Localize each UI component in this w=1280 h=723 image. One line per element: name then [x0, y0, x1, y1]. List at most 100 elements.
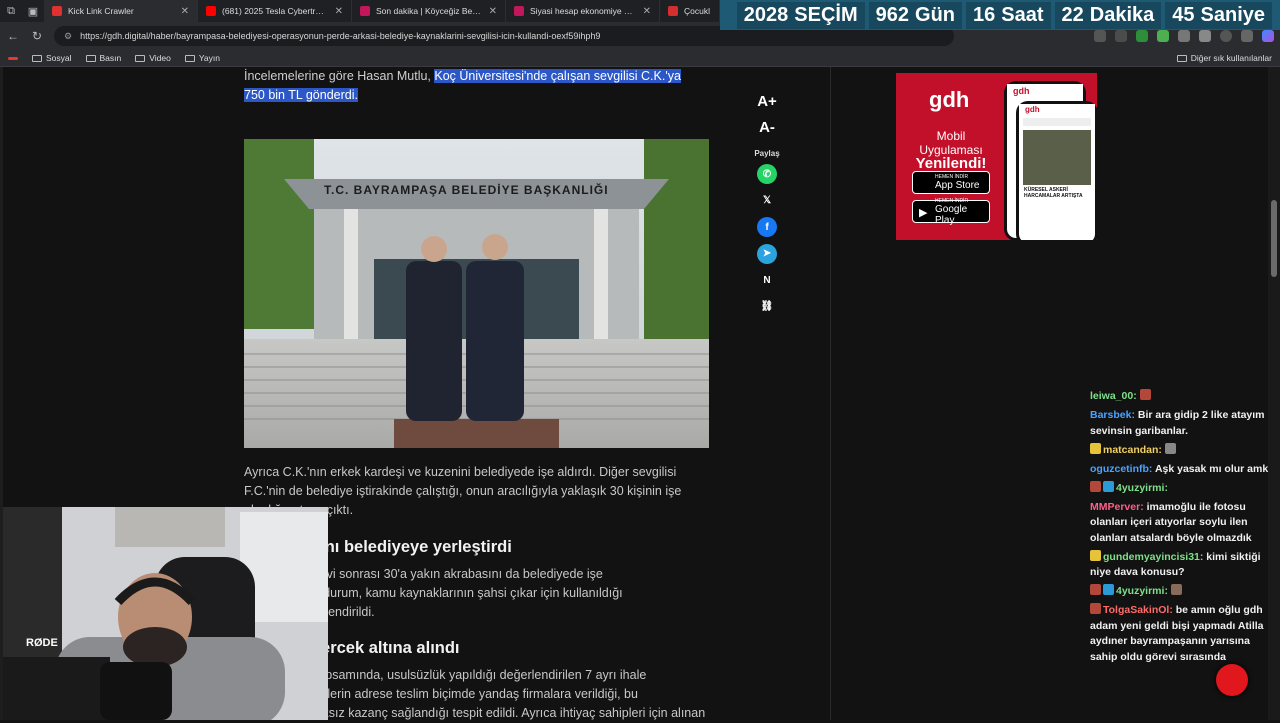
countdown-year: 2028 [743, 3, 789, 26]
browser-tab[interactable]: Siyasi hesap ekonomiye uymuyo ✕ [506, 0, 660, 22]
site-info-icon[interactable]: ⚙ [64, 31, 72, 42]
bookmark-label: Yayın [198, 53, 220, 63]
profile-avatar[interactable] [1220, 30, 1232, 42]
other-bookmarks[interactable]: Diğer sık kullanılanlar [1176, 53, 1272, 63]
bookmark-folder[interactable]: Sosyal [32, 53, 72, 63]
chat-username[interactable]: oguzcetinfb: [1090, 463, 1152, 475]
chat-username[interactable]: matcandan: [1103, 444, 1162, 456]
countdown-days: 962 Gün [868, 1, 963, 29]
page-left-edge [0, 67, 3, 720]
tab-favicon-icon [514, 6, 524, 16]
reload-icon[interactable]: ↻ [30, 29, 44, 43]
chat-username[interactable]: leiwa_00: [1090, 390, 1137, 402]
folder-icon [184, 54, 195, 62]
gdh-logo: gdh [929, 87, 970, 112]
share-link-icon[interactable]: ⛓ [757, 297, 777, 317]
days-value: 962 [875, 3, 910, 26]
countdown-year-block: 2028 SEÇİM [736, 1, 865, 29]
back-icon[interactable]: ← [6, 29, 20, 43]
workspaces-icon[interactable]: ⧉ [0, 0, 22, 22]
chat-username[interactable]: 4yuzyirmi: [1116, 585, 1168, 597]
close-tab-icon[interactable]: ✕ [335, 6, 343, 17]
chat-message: 4yuzyirmi: [1090, 584, 1270, 600]
bookmarks-bar: Sosyal Basın Video Yayın Diğer sık kulla… [0, 50, 1280, 67]
share-x-icon[interactable]: 𝕏 [757, 191, 777, 211]
menu-icon[interactable] [1241, 30, 1253, 42]
column-divider [830, 67, 831, 720]
share-telegram-icon[interactable]: ➤ [757, 243, 777, 264]
bookmark-folder[interactable]: Basın [85, 53, 122, 63]
chat-username[interactable]: TolgaSakinOl: [1103, 604, 1173, 616]
chat-message: gundemyayincisi31: kimi siktiği niye dav… [1090, 549, 1270, 581]
tab-title: (681) 2025 Tesla Cybertruck upd [222, 6, 329, 16]
bookmark-folder[interactable]: Video [135, 53, 171, 63]
selected-text: Koç Üniversitesi'nde çalışan sevgilisi C… [434, 69, 681, 83]
font-decrease-button[interactable]: A- [759, 119, 775, 145]
folder-icon [85, 54, 96, 62]
kick-logo [8, 56, 18, 60]
tab-title: Siyasi hesap ekonomiye uymuyo [530, 6, 637, 16]
bookmark-label: Video [149, 53, 171, 63]
ad-headline: Mobil Uygulaması Yenilendi! [896, 129, 1006, 171]
chat-username[interactable]: 4yuzyirmi: [1116, 482, 1168, 494]
web-page: İncelemelerine göre Hasan Mutlu, Koç Üni… [0, 67, 1268, 720]
bookmark-folder[interactable]: Yayın [184, 53, 220, 63]
bell-icon[interactable] [1094, 30, 1106, 42]
live-chat: leiwa_00: Barsbek: Bir ara gidip 2 like … [1090, 389, 1270, 669]
article-intro: İncelemelerine göre Hasan Mutlu, Koç Üni… [244, 67, 709, 105]
chat-message: TolgaSakinOl: be amın oğlu gdh adam yeni… [1090, 603, 1270, 665]
tab-favicon-icon [668, 6, 678, 16]
share-news-icon[interactable]: N [757, 270, 777, 290]
chat-username[interactable]: Barsbek: [1090, 409, 1135, 421]
other-bookmarks-label: Diğer sık kullanılanlar [1190, 53, 1272, 63]
share-whatsapp-icon[interactable]: ✆ [757, 164, 777, 184]
tab-actions-icon[interactable]: ▣ [22, 0, 44, 22]
browser-tab[interactable]: Kick Link Crawler ✕ [44, 0, 198, 22]
star-icon[interactable] [1115, 30, 1127, 42]
chat-message: 4yuzyirmi: [1090, 480, 1270, 497]
extension-icon[interactable] [1157, 30, 1169, 42]
app-store-button[interactable]: HEMEN İNDİR App Store [912, 171, 990, 194]
share-label: Paylaş [754, 149, 780, 158]
play-icon: ▶ [919, 207, 928, 219]
store-label: Google Play [935, 203, 968, 226]
building-sign: T.C. BAYRAMPAŞA BELEDİYE BAŞKANLIĞI [324, 183, 609, 197]
close-tab-icon[interactable]: ✕ [643, 6, 651, 17]
mic-brand: RØDE [26, 637, 58, 649]
share-facebook-icon[interactable]: f [757, 217, 777, 237]
chat-badge-icon [1090, 480, 1101, 492]
tab-title: Son dakika | Köyceğiz Belediyes [376, 6, 483, 16]
browser-tab[interactable]: Çocukl [660, 0, 720, 22]
puzzle-icon[interactable] [1178, 30, 1190, 42]
favorites-icon[interactable] [1199, 30, 1211, 42]
google-play-button[interactable]: ▶ HEMEN İNDİR Google Play [912, 198, 990, 226]
chat-username[interactable]: MMPerver: [1090, 501, 1144, 513]
minutes-value: 22 [1061, 3, 1084, 26]
extension-icon[interactable] [1136, 30, 1148, 42]
copilot-icon[interactable] [1262, 30, 1274, 42]
scroll-thumb[interactable] [1271, 200, 1277, 277]
browser-tab[interactable]: (681) 2025 Tesla Cybertruck upd ✕ [198, 0, 352, 22]
seconds-label: Saniye [1200, 3, 1265, 26]
store-label: App Store [935, 180, 980, 191]
record-indicator [1216, 664, 1248, 696]
close-tab-icon[interactable]: ✕ [181, 6, 189, 17]
chat-emote-icon [1164, 442, 1176, 454]
countdown-minutes: 22 Dakika [1054, 1, 1162, 29]
chat-text: Aşk yasak mı olur amk [1154, 462, 1269, 475]
folder-icon [32, 54, 42, 62]
phone-headline: KÜRESEL ASKERİ HARCAMALAR ARTIŞTA [1024, 187, 1083, 199]
url-text: https://gdh.digital/haber/bayrampasa-bel… [80, 31, 601, 41]
font-increase-button[interactable]: A+ [757, 93, 777, 119]
app-ad-banner[interactable]: gdh Mobil Uygulaması Yenilendi! HEMEN İN… [896, 73, 1097, 240]
seconds-value: 45 [1172, 3, 1195, 26]
tab-title: Çocukl [684, 6, 710, 16]
close-tab-icon[interactable]: ✕ [489, 6, 497, 17]
tab-favicon-icon [206, 6, 216, 16]
bookmark-label: Basın [99, 53, 122, 63]
chat-username[interactable]: gundemyayincisi31: [1103, 551, 1203, 563]
folder-icon [135, 54, 146, 62]
ad-line: Yenilendi! [915, 155, 987, 172]
browser-tab[interactable]: Son dakika | Köyceğiz Belediyes ✕ [352, 0, 506, 22]
page-scrollbar[interactable] [1268, 67, 1280, 720]
